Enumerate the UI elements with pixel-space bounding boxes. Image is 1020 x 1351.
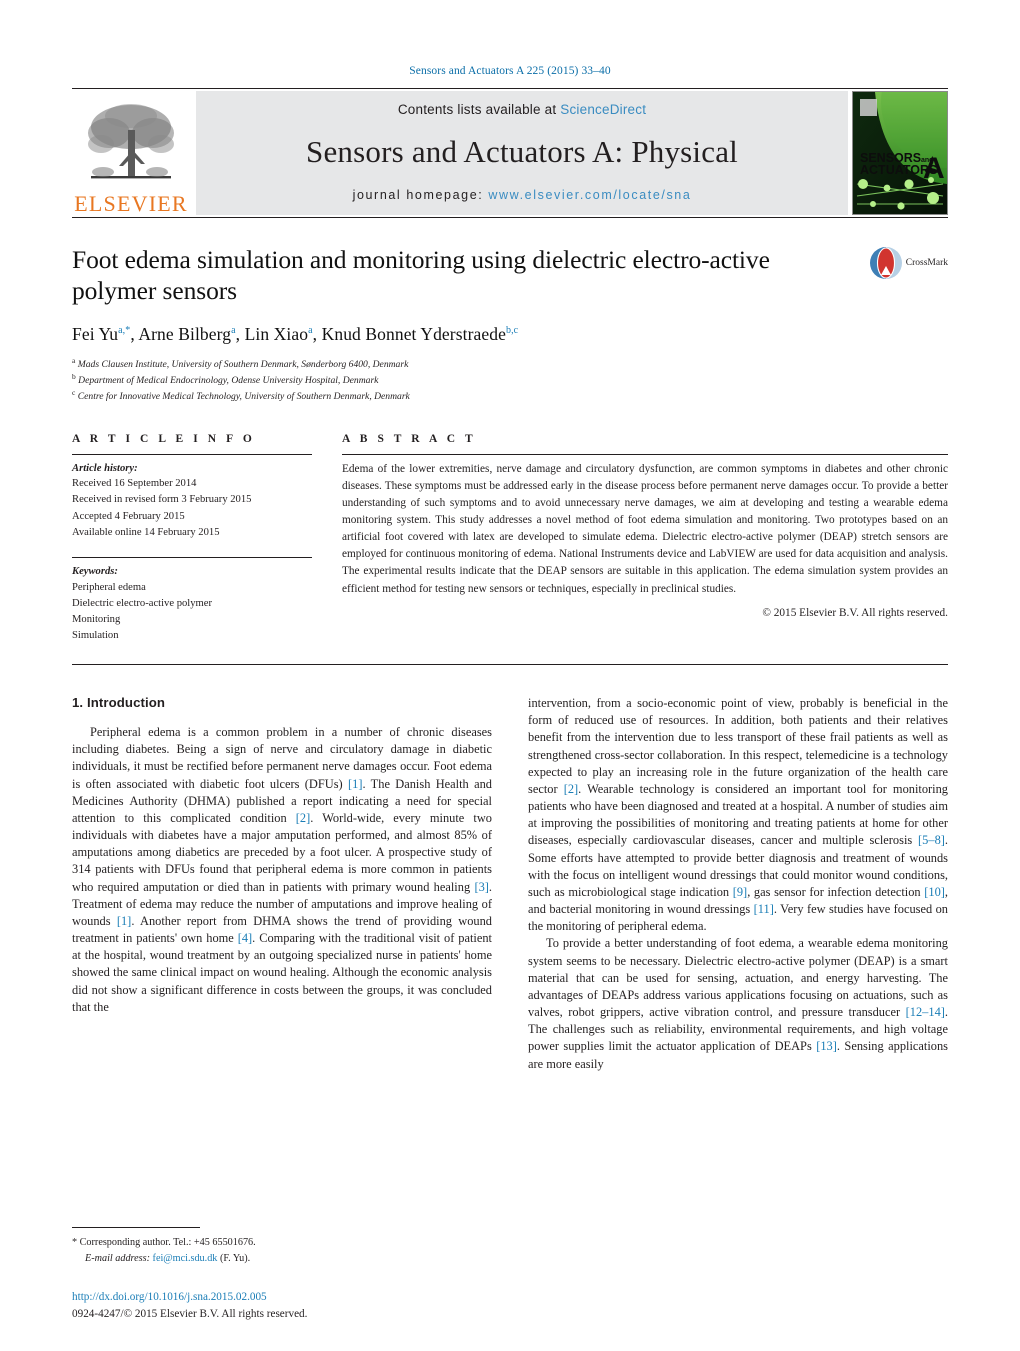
elsevier-wordmark: ELSEVIER	[74, 191, 188, 216]
keyword-item: Simulation	[72, 629, 119, 641]
paragraph: intervention, from a socio-economic poin…	[528, 696, 949, 934]
info-divider-keywords	[72, 556, 312, 558]
sciencedirect-link[interactable]: ScienceDirect	[560, 102, 646, 117]
abstract-column: A B S T R A C T Edema of the lower extre…	[334, 433, 948, 645]
email-label: E-mail address:	[85, 1252, 150, 1264]
article-history-label: Article history:	[72, 462, 138, 474]
paragraph: Peripheral edema is a common problem in …	[72, 725, 492, 1014]
elsevier-tree-icon	[88, 104, 174, 179]
contents-available-line: Contents lists available at ScienceDirec…	[398, 102, 646, 117]
paragraph: To provide a better understanding of foo…	[528, 936, 948, 1071]
journal-homepage-link[interactable]: www.elsevier.com/locate/sna	[488, 188, 691, 202]
body-column-left: 1. Introduction Peripheral edema is a co…	[72, 695, 492, 1073]
page-title: Foot edema simulation and monitoring usi…	[72, 245, 770, 306]
doi-link[interactable]: http://dx.doi.org/10.1016/j.sna.2015.02.…	[72, 1289, 502, 1306]
paper-page: Sensors and Actuators A 225 (2015) 33–40	[0, 0, 1020, 1351]
masthead-center: Contents lists available at ScienceDirec…	[196, 91, 848, 215]
article-info-column: A R T I C L E I N F O Article history: R…	[72, 433, 334, 645]
corresponding-text: Corresponding author. Tel.: +45 65501676…	[79, 1237, 256, 1249]
corresponding-marker: *	[72, 1237, 78, 1249]
keyword-item: Peripheral edema	[72, 581, 146, 593]
crossmark-label: CrossMark	[905, 258, 948, 268]
affiliation-list: a Mads Clausen Institute, University of …	[72, 356, 846, 404]
svg-text:A: A	[923, 152, 945, 185]
body-column-right: intervention, from a socio-economic poin…	[528, 695, 948, 1073]
journal-masthead: ELSEVIER Contents lists available at Sci…	[72, 88, 948, 217]
keyword-item: Dielectric electro-active polymer	[72, 597, 212, 609]
history-received: Received 16 September 2014	[72, 478, 197, 490]
doi-block: http://dx.doi.org/10.1016/j.sna.2015.02.…	[72, 1289, 502, 1323]
email-link[interactable]: fei@mci.sdu.dk	[153, 1253, 218, 1264]
history-online: Available online 14 February 2015	[72, 526, 220, 538]
affiliation-b: b Department of Medical Endocrinology, O…	[72, 372, 379, 387]
journal-cover-thumbnail: SENSORS and ACTUATORS A	[852, 91, 948, 215]
keywords-label: Keywords:	[72, 565, 118, 577]
contents-prefix: Contents lists available at	[397, 102, 561, 117]
footnote-block: * Corresponding author. Tel.: +45 655016…	[72, 1227, 498, 1266]
keywords-block: Keywords: Peripheral edema Dielectric el…	[72, 556, 312, 644]
issn-copyright: 0924-4247/© 2015 Elsevier B.V. All right…	[72, 1308, 308, 1321]
elsevier-logo: ELSEVIER	[72, 89, 190, 217]
affiliation-c: c Centre for Innovative Medical Technolo…	[72, 388, 410, 403]
footnote-rule	[72, 1227, 200, 1229]
corresponding-author-note: * Corresponding author. Tel.: +45 655016…	[72, 1235, 498, 1250]
crossmark-icon[interactable]	[869, 246, 903, 280]
email-note: E-mail address: fei@mci.sdu.dk (F. Yu).	[72, 1251, 498, 1266]
abstract-text: Edema of the lower extremities, nerve da…	[342, 462, 948, 595]
article-info-heading: A R T I C L E I N F O	[72, 432, 256, 445]
abstract-divider	[342, 453, 948, 455]
journal-title: Sensors and Actuators A: Physical	[306, 134, 738, 170]
journal-homepage-line: journal homepage: www.elsevier.com/locat…	[353, 188, 692, 202]
history-revised: Received in revised form 3 February 2015	[72, 494, 252, 506]
info-divider-top	[72, 453, 312, 455]
crossmark-area[interactable]: CrossMark	[856, 244, 948, 405]
author-list: Fei Yua,*, Arne Bilberga, Lin Xiaoa, Knu…	[72, 324, 519, 345]
abstract-copyright: © 2015 Elsevier B.V. All rights reserved…	[762, 606, 948, 619]
abstract-heading: A B S T R A C T	[342, 432, 477, 445]
history-accepted: Accepted 4 February 2015	[72, 510, 185, 522]
homepage-prefix: journal homepage:	[352, 188, 489, 202]
running-head: Sensors and Actuators A 225 (2015) 33–40	[409, 65, 611, 77]
affiliation-a: a Mads Clausen Institute, University of …	[72, 356, 409, 371]
cover-art-icon: SENSORS and ACTUATORS A	[853, 92, 947, 214]
keyword-item: Monitoring	[72, 613, 121, 625]
title-block: Foot edema simulation and monitoring usi…	[72, 218, 948, 405]
body-columns: 1. Introduction Peripheral edema is a co…	[72, 695, 948, 1073]
abstract-bottom-rule	[72, 664, 948, 666]
email-owner: (F. Yu).	[219, 1252, 251, 1264]
info-abstract-block: A R T I C L E I N F O Article history: R…	[72, 433, 948, 645]
section-heading-introduction: 1. Introduction	[72, 695, 166, 711]
